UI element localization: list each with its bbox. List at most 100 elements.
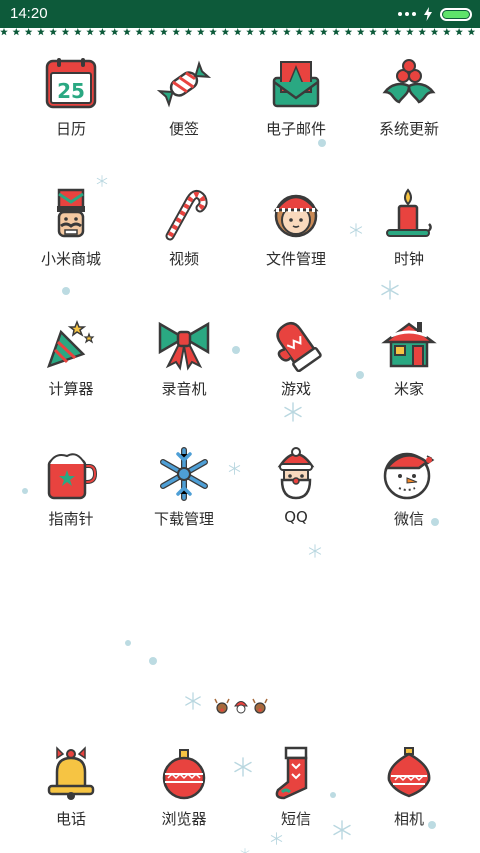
dock-phone[interactable]: 电话 — [11, 746, 131, 829]
snow-dot — [431, 518, 439, 526]
app-label: 浏览器 — [161, 810, 207, 828]
app-label: 游戏 — [280, 380, 311, 398]
border-star — [172, 28, 180, 36]
app-wechat[interactable]: 微信 — [349, 446, 469, 529]
border-star — [443, 28, 451, 36]
app-notes[interactable]: 便签 — [124, 56, 244, 139]
snowflake-decoration-icon — [308, 543, 322, 562]
santa-face-icon — [234, 701, 248, 714]
app-email[interactable]: 电子邮件 — [236, 56, 356, 139]
app-label: 指南针 — [48, 510, 94, 528]
dock-camera[interactable]: 相机 — [349, 746, 469, 829]
app-label: 日历 — [55, 120, 86, 138]
app-label: 视频 — [168, 250, 199, 268]
snowflake-decoration-icon — [332, 820, 352, 844]
app-clock[interactable]: 时钟 — [349, 186, 469, 269]
border-star — [295, 28, 303, 36]
app-label: QQ — [284, 508, 308, 526]
app-label: 微信 — [393, 510, 424, 528]
border-star — [406, 28, 414, 36]
app-label: 文件管理 — [265, 250, 326, 268]
calendar-icon: 25 — [45, 58, 97, 109]
candle-icon — [386, 188, 432, 237]
app-label: 米家 — [393, 380, 424, 398]
candy-icon — [156, 60, 212, 108]
house-icon — [381, 322, 437, 368]
app-compass[interactable]: 指南针 — [11, 446, 131, 529]
snowflake-decoration-icon — [184, 692, 202, 714]
border-star — [381, 28, 390, 36]
border-star — [332, 28, 340, 36]
border-star — [467, 28, 476, 36]
border-star — [110, 28, 119, 36]
status-bar: 14:20 — [0, 0, 480, 28]
app-download-manager[interactable]: 下载管理 — [124, 446, 244, 529]
app-mijia[interactable]: 米家 — [349, 316, 469, 399]
app-mi-store[interactable]: 小米商城 — [11, 186, 131, 269]
dock-messages[interactable]: 短信 — [236, 746, 356, 829]
snowflake-decoration-icon — [283, 402, 303, 426]
app-label: 录音机 — [161, 380, 207, 398]
app-recorder[interactable]: 录音机 — [124, 316, 244, 399]
border-star — [123, 28, 131, 36]
snowflake-decoration-icon — [233, 757, 253, 781]
border-star — [418, 28, 426, 36]
app-label: 系统更新 — [378, 120, 439, 138]
app-label: 下载管理 — [153, 510, 214, 528]
dock-browser[interactable]: 浏览器 — [124, 746, 244, 829]
nutcracker-icon — [57, 188, 85, 238]
snowflake-icon — [160, 447, 208, 501]
app-file-manager[interactable]: 文件管理 — [236, 186, 356, 269]
star-border — [0, 28, 480, 38]
app-label: 计算器 — [48, 380, 94, 398]
snow-dot — [356, 371, 364, 379]
border-star — [197, 28, 205, 36]
app-label: 时钟 — [393, 250, 424, 268]
snowflake-decoration-icon — [380, 280, 400, 304]
app-video[interactable]: 视频 — [124, 186, 244, 269]
snow-dot — [149, 657, 157, 665]
snowflake-decoration-icon — [96, 172, 108, 191]
app-label: 相机 — [393, 810, 424, 828]
status-time: 14:20 — [10, 5, 48, 22]
border-star — [37, 28, 45, 36]
border-star — [209, 28, 217, 36]
app-calculator[interactable]: 计算器 — [11, 316, 131, 399]
app-games[interactable]: 游戏 — [236, 316, 356, 399]
app-qq[interactable]: QQ — [236, 446, 356, 526]
mitten-icon — [276, 321, 322, 372]
border-star — [12, 28, 21, 36]
app-system-update[interactable]: 系统更新 — [349, 56, 469, 139]
santa-icon — [277, 447, 315, 500]
snow-dot — [428, 821, 436, 829]
battery-icon — [440, 7, 472, 21]
border-star — [369, 28, 377, 36]
border-star — [49, 28, 57, 36]
border-star — [98, 28, 107, 36]
snow-dot — [232, 346, 240, 354]
border-star — [455, 28, 463, 36]
calendar-day: 25 — [57, 79, 85, 103]
snowflake-decoration-icon — [240, 843, 250, 853]
snow-dot — [125, 640, 131, 646]
holly-berries-icon — [382, 59, 436, 104]
reindeer-icon — [252, 698, 268, 714]
border-star — [344, 28, 353, 36]
stocking-icon — [275, 746, 308, 800]
charging-icon — [424, 7, 432, 21]
party-popper-icon — [46, 319, 95, 369]
ornament-drop-icon — [387, 747, 431, 798]
border-star — [61, 28, 70, 36]
border-star — [283, 28, 291, 36]
envelope-icon — [272, 61, 320, 108]
border-star — [147, 28, 156, 36]
elf-girl-icon — [273, 194, 319, 238]
border-star — [356, 28, 365, 36]
border-star — [307, 28, 316, 36]
mug-icon — [47, 453, 98, 500]
bell-icon — [47, 746, 95, 800]
app-calendar[interactable]: 25 日历 — [11, 56, 131, 139]
snowflake-decoration-icon — [270, 830, 283, 849]
border-star — [393, 28, 402, 36]
border-star — [233, 28, 242, 36]
